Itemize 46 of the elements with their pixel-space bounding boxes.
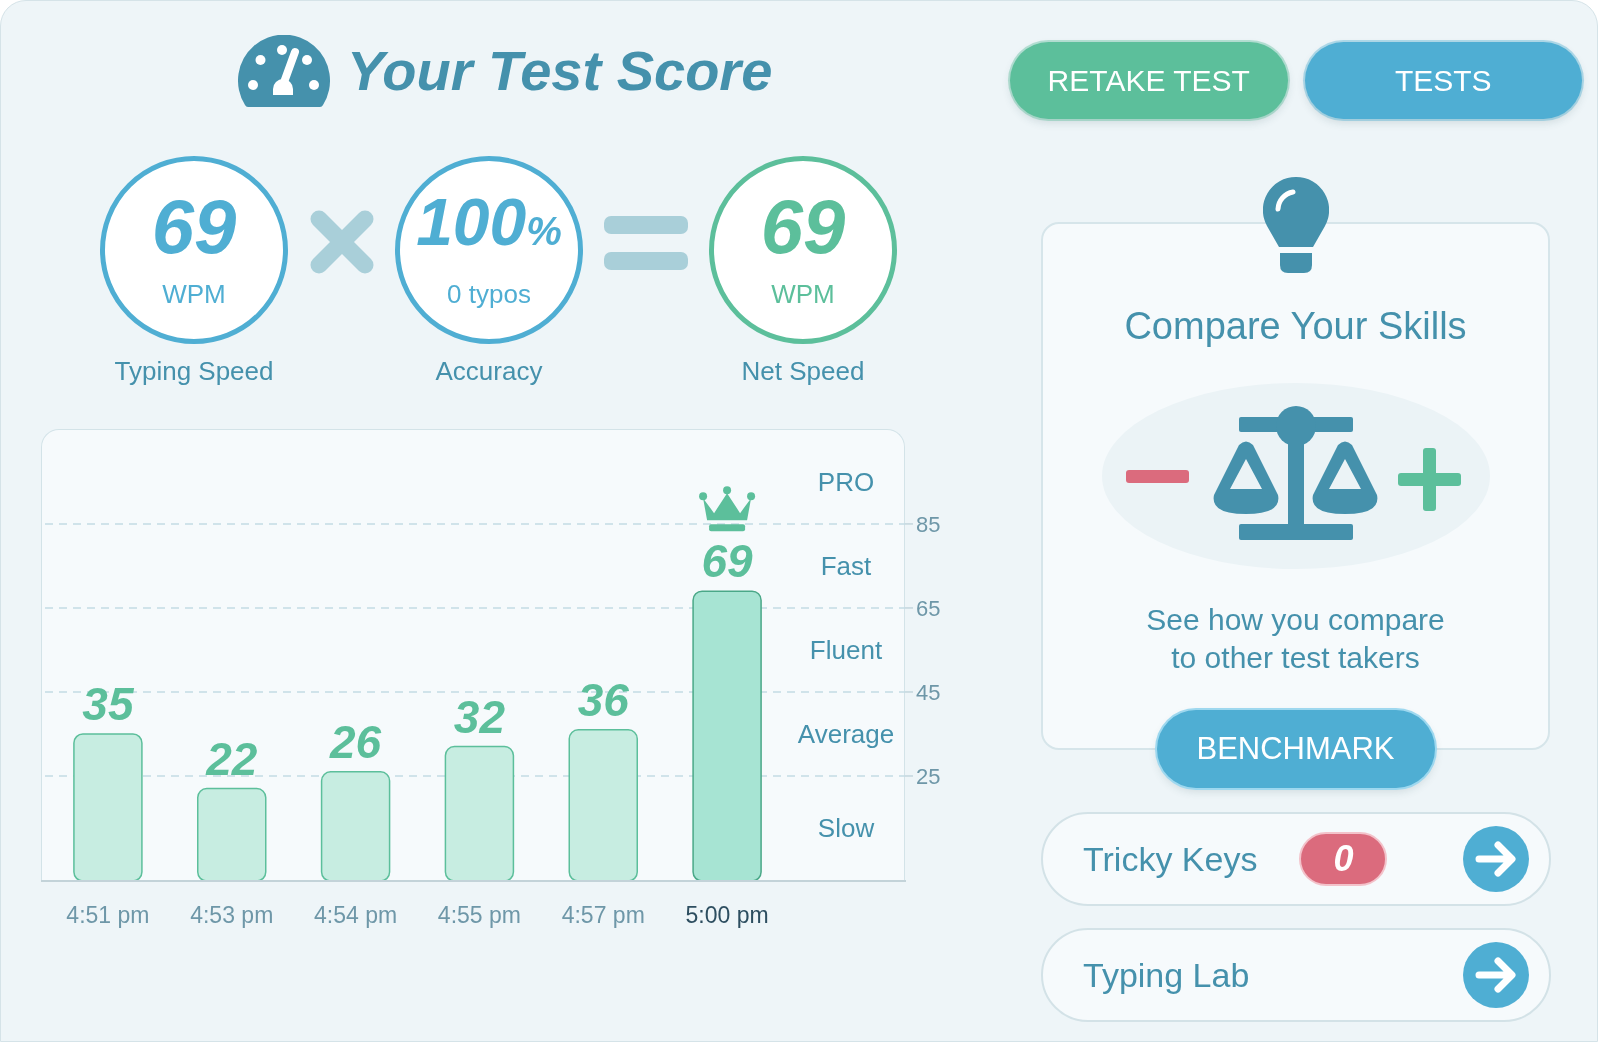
action-button[interactable]: TESTS [1304, 42, 1582, 119]
score-value: 69 [760, 189, 846, 265]
tick-label: 65 [916, 595, 941, 621]
speed-band-label: Fast [820, 550, 872, 581]
percent-sign: % [526, 211, 562, 251]
score-unit: 0 typos [447, 279, 531, 309]
arrow-right-icon [1463, 826, 1529, 892]
time-label: 4:51 pm [66, 902, 150, 928]
score-caption: Net Speed [741, 356, 865, 386]
value-label: 26 [330, 715, 382, 768]
score-unit: WPM [771, 279, 835, 309]
value-label: 32 [453, 690, 505, 743]
speed-band-label: Average [797, 718, 895, 749]
nav-link[interactable]: Typing Lab [1041, 928, 1551, 1022]
time-label: 5:00 pm [685, 902, 769, 928]
tick-label: 85 [916, 511, 941, 537]
crown-icon [699, 486, 756, 532]
time-label: 4:57 pm [561, 902, 645, 928]
equals-icon [604, 216, 688, 270]
score-value: 69 [151, 189, 237, 265]
speed-band-label: Fluent [809, 634, 883, 665]
arrow-right-icon [1463, 942, 1529, 1008]
time-label: 4:55 pm [437, 902, 521, 928]
tick-label: 25 [916, 764, 941, 789]
score-caption: Accuracy [435, 356, 543, 386]
compare-title: Compare Your Skills [1124, 304, 1467, 348]
value-label: 69 [701, 535, 753, 588]
speedometer-icon [238, 35, 330, 107]
score-caption: Typing Speed [114, 356, 274, 386]
compare-description: See how you compare to other test takers [1145, 602, 1446, 676]
time-label: 4:53 pm [190, 902, 274, 928]
tick-label: 45 [916, 679, 941, 705]
score-value: 100 [416, 189, 527, 255]
count-badge: 0 [1299, 832, 1388, 886]
action-button[interactable]: RETAKE TEST [1010, 42, 1288, 119]
speed-band-label: Slow [817, 813, 875, 844]
time-label: 4:54 pm [314, 902, 398, 928]
value-label: 36 [577, 673, 629, 726]
multiply-icon [308, 209, 375, 275]
benchmark-button[interactable]: BENCHMARK [1156, 710, 1435, 788]
value-label: 22 [206, 732, 258, 785]
score-unit: WPM [162, 279, 226, 309]
page-title: Your Test Score [347, 43, 773, 99]
speed-band-label: PRO [817, 466, 875, 497]
value-label: 35 [82, 677, 134, 730]
nav-link[interactable]: Tricky Keys 0 [1041, 812, 1551, 906]
